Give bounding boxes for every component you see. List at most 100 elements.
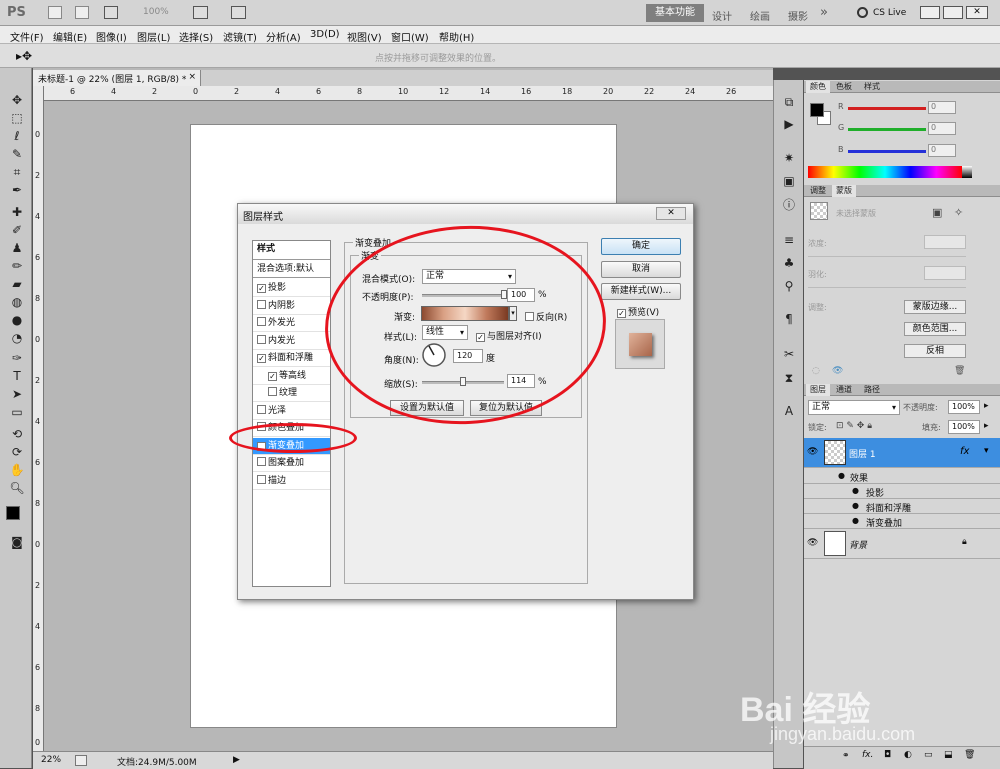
tab-styles[interactable]: 样式 <box>860 81 884 93</box>
style-item[interactable]: 外发光 <box>253 315 330 332</box>
fx-badge[interactable]: fx <box>960 446 969 457</box>
color-spectrum-ramp[interactable] <box>808 166 962 178</box>
vector-mask-icon[interactable]: ✧ <box>954 206 963 219</box>
animation-panel-icon[interactable]: ⧗ <box>781 370 797 386</box>
style-checkbox[interactable] <box>257 334 266 344</box>
style-checkbox[interactable]: ✓ <box>268 371 277 381</box>
group-icon[interactable]: ▭ <box>924 750 933 760</box>
quick-mask-icon[interactable]: ◙ <box>9 534 25 550</box>
status-zoom[interactable]: 22% <box>41 755 61 765</box>
dodge-tool-icon[interactable]: ◔ <box>9 330 25 346</box>
character-panel-icon[interactable]: A <box>781 403 797 419</box>
add-mask-icon[interactable]: ◘ <box>884 750 891 760</box>
arrange-icon[interactable] <box>193 6 208 19</box>
style-checkbox[interactable] <box>268 387 277 396</box>
density-slider[interactable] <box>808 256 966 257</box>
lock-icons[interactable]: ⊡ ✎ ✥ 🔒︎ <box>836 421 872 431</box>
feather-field[interactable] <box>924 266 966 280</box>
menu-file[interactable]: 文件(F) <box>10 29 44 44</box>
tab-close-icon[interactable]: × <box>188 72 196 82</box>
new-style-button[interactable]: 新建样式(W)... <box>601 283 681 300</box>
style-item[interactable]: 内发光 <box>253 333 330 350</box>
adjustment-layer-icon[interactable]: ◐ <box>904 750 912 760</box>
clone-stamp-tool-icon[interactable]: ♟ <box>9 240 25 256</box>
zoom-tool-icon[interactable]: 🔍︎ <box>9 480 25 496</box>
eye-icon[interactable]: 👁︎ <box>807 447 818 457</box>
cancel-button[interactable]: 取消 <box>601 261 681 278</box>
restore-button[interactable] <box>943 6 963 19</box>
shape-tool-icon[interactable]: ▭ <box>9 404 25 420</box>
menu-edit[interactable]: 编辑(E) <box>53 29 87 44</box>
style-checkbox[interactable] <box>257 474 266 484</box>
layer-fill-field[interactable]: 100% <box>948 420 980 434</box>
style-item[interactable]: 纹理 <box>253 385 330 402</box>
menu-analysis[interactable]: 分析(A) <box>266 29 301 44</box>
status-icon[interactable] <box>75 755 87 766</box>
actions-panel-icon[interactable]: ▶ <box>781 116 797 132</box>
3d-rotate-tool-icon[interactable]: ⟲ <box>9 426 25 442</box>
style-item[interactable]: 光泽 <box>253 403 330 420</box>
opacity-arrow-icon[interactable]: ▸ <box>984 401 989 411</box>
effect-eye-icon[interactable]: ● <box>852 516 859 525</box>
menu-layer[interactable]: 图层(L) <box>137 29 170 44</box>
pen-tool-icon[interactable]: ✑ <box>9 350 25 366</box>
style-checkbox[interactable]: ✓ <box>257 284 266 293</box>
crop-tool-icon[interactable]: ⌗ <box>9 164 25 180</box>
workspace-essentials[interactable]: 基本功能 <box>646 4 704 22</box>
style-item[interactable]: ✓ 斜面和浮雕 <box>253 350 330 367</box>
cslive-label[interactable]: CS Live <box>873 8 906 18</box>
dialog-close-button[interactable]: ✕ <box>656 207 686 220</box>
style-checkbox[interactable] <box>257 299 266 309</box>
ok-button[interactable]: 确定 <box>601 238 681 255</box>
tab-color[interactable]: 颜色 <box>806 81 830 93</box>
tab-adjustments[interactable]: 调整 <box>806 185 830 197</box>
more-workspaces-icon[interactable]: » <box>820 5 828 20</box>
extras-icon[interactable] <box>104 6 118 19</box>
blend-options-item[interactable]: 混合选项:默认 <box>253 261 330 278</box>
style-item[interactable]: ✓ 投影 <box>253 280 330 297</box>
eyedropper-tool-icon[interactable]: ✒ <box>9 182 25 198</box>
blur-tool-icon[interactable]: ● <box>9 312 25 328</box>
quick-select-tool-icon[interactable]: ✎ <box>9 146 25 162</box>
delete-layer-icon[interactable]: 🗑︎ <box>964 750 975 760</box>
move-tool-icon[interactable]: ▸✥ <box>16 49 32 63</box>
menu-image[interactable]: 图像(I) <box>96 29 127 44</box>
style-item[interactable]: 描边 <box>253 473 330 490</box>
eye-icon[interactable]: 👁︎ <box>807 538 818 548</box>
foreground-color-swatch[interactable] <box>6 506 20 520</box>
status-arrow-icon[interactable]: ▶ <box>233 755 240 765</box>
zoom-level[interactable]: 100% <box>143 7 169 17</box>
effect-eye-icon[interactable]: ● <box>852 501 859 510</box>
layer-row-background[interactable]: 👁︎ 背景 🔒︎ <box>804 529 1000 559</box>
workspace-photography[interactable]: 摄影 <box>788 8 808 23</box>
tool-presets-icon[interactable]: ⚲ <box>781 278 797 294</box>
history-panel-icon[interactable]: ⧉ <box>781 94 797 110</box>
styles-header[interactable]: 样式 <box>253 241 330 260</box>
hand-tool-icon[interactable]: ✋ <box>9 462 25 478</box>
effect-row-drop-shadow[interactable]: ● 投影 <box>804 484 1000 499</box>
menu-help[interactable]: 帮助(H) <box>439 29 474 44</box>
expand-icon[interactable]: ▾ <box>984 446 989 456</box>
load-selection-icon[interactable]: ◌ <box>812 366 820 376</box>
workspace-painting[interactable]: 绘画 <box>750 8 770 23</box>
type-tool-icon[interactable]: T <box>9 368 25 384</box>
preview-checkbox-box[interactable]: ✓ <box>617 309 626 318</box>
dialog-titlebar[interactable]: 图层样式 <box>238 204 693 224</box>
menu-window[interactable]: 窗口(W) <box>391 29 429 44</box>
brush-panel-icon[interactable]: ≡ <box>781 232 797 248</box>
histogram-icon[interactable]: ▣ <box>781 173 797 189</box>
tab-layers[interactable]: 图层 <box>806 384 830 396</box>
minibridge-icon[interactable] <box>75 6 89 19</box>
menu-filter[interactable]: 滤镜(T) <box>223 29 257 44</box>
clone-source-icon[interactable]: ♣ <box>781 255 797 271</box>
style-checkbox[interactable]: ✓ <box>257 354 266 363</box>
layer1-name[interactable]: 图层 1 <box>849 447 876 460</box>
preview-checkbox[interactable]: ✓ 预览(V) <box>617 305 659 318</box>
channel-r-value[interactable]: 0 <box>928 101 956 114</box>
layer-blend-select[interactable]: 正常 ▾ <box>808 400 900 415</box>
minimize-button[interactable] <box>920 6 940 19</box>
new-layer-icon[interactable]: ⬓ <box>944 750 953 760</box>
tab-swatches[interactable]: 色板 <box>832 81 856 93</box>
tools-panel-icon[interactable]: ✂ <box>781 346 797 362</box>
document-tab[interactable]: 未标题-1 @ 22% (图层 1, RGB/8) * × <box>33 70 201 86</box>
